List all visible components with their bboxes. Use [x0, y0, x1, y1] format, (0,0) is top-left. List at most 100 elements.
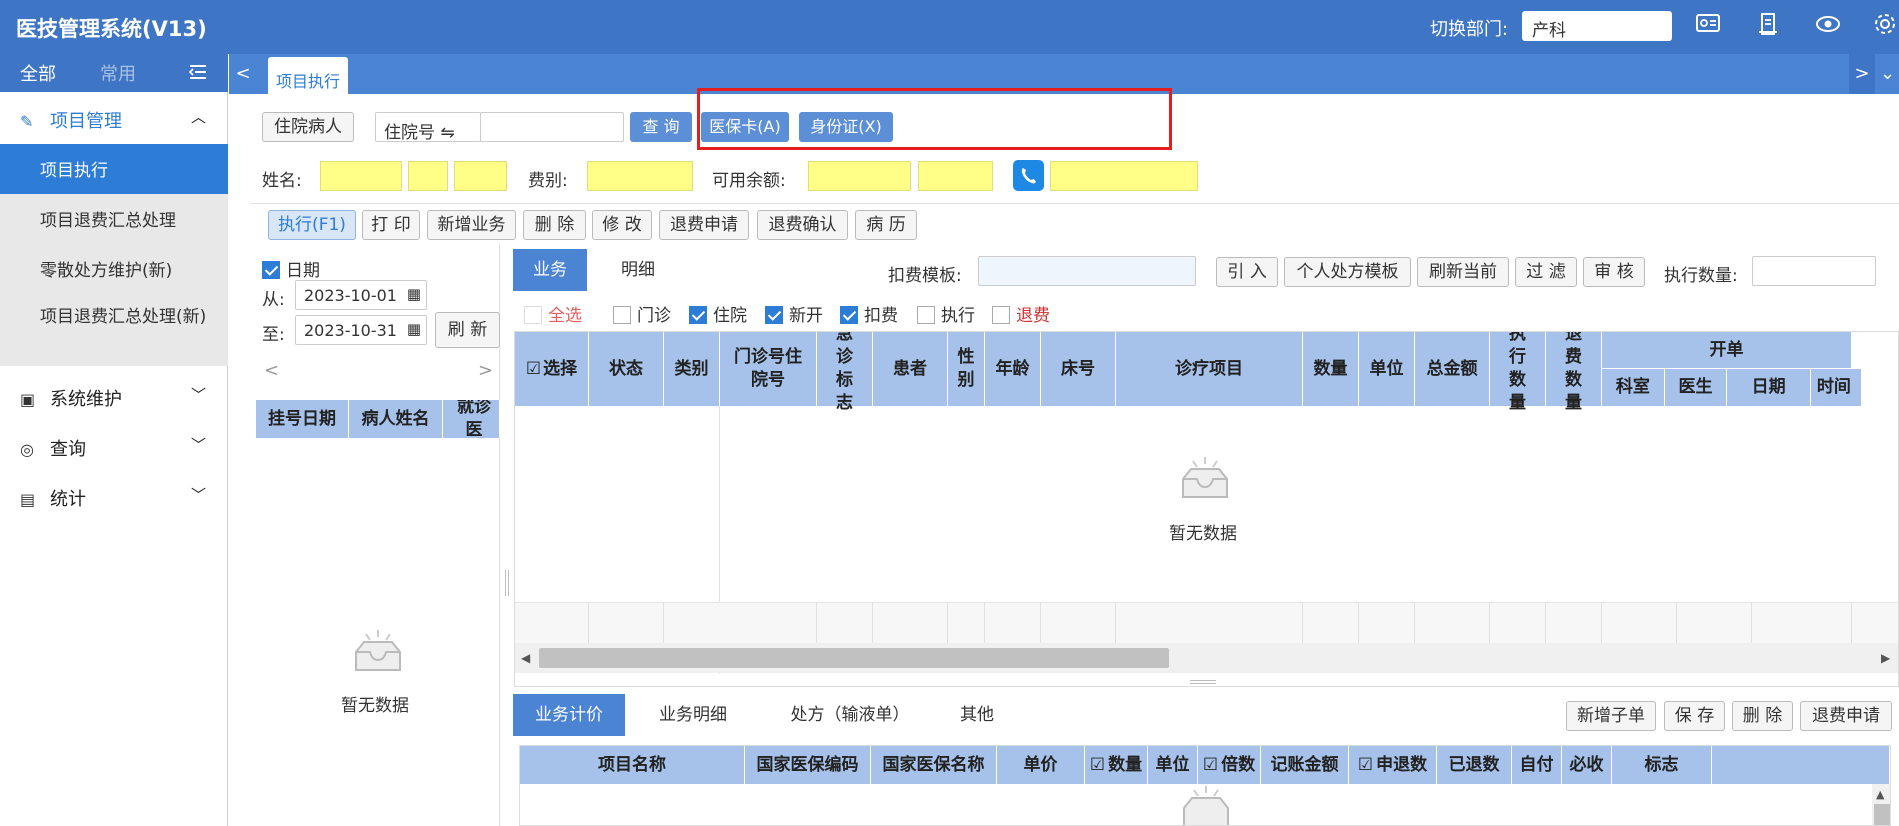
col-item-name: 项目名称: [520, 746, 745, 784]
tab-business-detail[interactable]: 业务明细: [640, 694, 746, 736]
checkbox[interactable]: [613, 306, 631, 324]
phone-icon[interactable]: [1013, 160, 1044, 191]
tab-billing[interactable]: 业务计价: [513, 694, 625, 736]
select-all-checkbox[interactable]: 全选: [524, 301, 582, 326]
col-age: 年龄: [985, 332, 1041, 406]
splitter-handle[interactable]: [505, 570, 509, 596]
col-label: 倍数: [1221, 754, 1256, 775]
scroll-left-icon[interactable]: <: [264, 360, 279, 381]
checkbox[interactable]: [765, 306, 783, 324]
dept-select[interactable]: 产科: [1522, 11, 1672, 41]
tab-project-execute[interactable]: 项目执行: [268, 57, 348, 94]
outpatient-checkbox[interactable]: 门诊: [613, 301, 671, 326]
tab-other[interactable]: 其他: [945, 694, 1009, 736]
gear-icon[interactable]: [1870, 12, 1899, 42]
execute-button[interactable]: 执行(F1): [268, 210, 356, 240]
scroll-left-arrow-icon[interactable]: ◀: [521, 651, 530, 665]
field-type-select[interactable]: 住院号 ⇋: [375, 112, 481, 143]
to-date-input[interactable]: 2023-10-31 ▦: [295, 315, 427, 345]
chevron-down-icon: ﹀: [190, 486, 206, 504]
inpatient-number-input[interactable]: [480, 112, 624, 142]
personal-template-button[interactable]: 个人处方模板: [1284, 257, 1411, 287]
save-button[interactable]: 保 存: [1664, 701, 1725, 731]
bottom-delete-button[interactable]: 删 除: [1732, 701, 1793, 731]
filter-label: 全选: [548, 306, 582, 326]
menu-item-prescription-maintenance[interactable]: 零散处方维护(新): [0, 244, 228, 294]
from-label: 从:: [262, 290, 285, 310]
tab-scroll-right-icon[interactable]: >: [1849, 54, 1875, 94]
new-business-button[interactable]: 新增业务: [427, 210, 516, 240]
col-total: 总金额: [1415, 332, 1490, 406]
menu-group-system-maintenance[interactable]: ▣ 系统维护 ﹀: [0, 372, 228, 422]
menu-group-statistics[interactable]: ▤ 统计 ﹀: [0, 472, 228, 522]
checkbox[interactable]: [524, 306, 542, 324]
edit-icon: ✎: [20, 112, 34, 131]
checkbox[interactable]: [917, 306, 935, 324]
inpatient-checkbox[interactable]: 住院: [689, 301, 747, 326]
splitter-handle-horizontal[interactable]: [1190, 680, 1216, 684]
refund-confirm-button[interactable]: 退费确认: [757, 210, 848, 240]
patient-type-select[interactable]: 住院病人: [262, 112, 354, 142]
date-filter[interactable]: 日期: [262, 256, 320, 281]
tab-menu-chevron-icon[interactable]: ⌄: [1876, 54, 1899, 94]
collapse-menu-icon[interactable]: [188, 63, 210, 83]
menu-item-refund-summary[interactable]: 项目退费汇总处理: [0, 194, 228, 244]
tab-business[interactable]: 业务: [513, 249, 587, 291]
refund-checkbox[interactable]: 退费: [992, 301, 1050, 326]
col-nhsa-code: 国家医保编码: [745, 746, 871, 784]
horizontal-scrollbar[interactable]: ◀ ▶: [515, 643, 1898, 673]
refund-request-button[interactable]: 退费申请: [659, 210, 749, 240]
refresh-button[interactable]: 刷 新: [435, 312, 500, 348]
scroll-up-arrow-icon[interactable]: ▲: [1876, 788, 1884, 801]
card-icon[interactable]: [1693, 12, 1723, 42]
sidebar-tab-all[interactable]: 全部: [16, 60, 60, 94]
scroll-right-icon[interactable]: >: [478, 360, 493, 381]
col-select[interactable]: ☑ 选择: [515, 332, 589, 406]
col-flag: 标志: [1612, 746, 1712, 784]
edit-icon: ☑: [1357, 754, 1374, 775]
refresh-current-button[interactable]: 刷新当前: [1417, 257, 1509, 287]
menu-item-refund-summary-new[interactable]: 项目退费汇总处理(新): [0, 294, 228, 366]
execute-checkbox[interactable]: 执行: [917, 301, 975, 326]
print-button[interactable]: 打 印: [362, 210, 420, 240]
new-checkbox[interactable]: 新开: [765, 301, 823, 326]
add-sub-order-button[interactable]: 新增子单: [1566, 701, 1656, 731]
menu-group-project-management[interactable]: ✎ 项目管理 ︿: [0, 94, 228, 144]
medical-record-button[interactable]: 病 历: [855, 210, 917, 240]
date-checkbox[interactable]: [262, 261, 280, 279]
col-exec-qty: 执行数量: [1490, 332, 1546, 413]
modify-button[interactable]: 修 改: [592, 210, 652, 240]
delete-button[interactable]: 删 除: [523, 210, 586, 240]
eye-icon[interactable]: [1813, 12, 1843, 42]
audit-button[interactable]: 审 核: [1583, 257, 1645, 287]
summary-row: [515, 603, 1898, 643]
document-icon[interactable]: [1753, 12, 1783, 42]
dept-label: 切换部门:: [1430, 19, 1509, 40]
sidebar-tab-common[interactable]: 常用: [96, 60, 140, 92]
menu-group-query[interactable]: ◎ 查询 ﹀: [0, 422, 228, 472]
menu-item-project-execute[interactable]: 项目执行: [0, 144, 228, 194]
gridline: [1851, 603, 1852, 643]
scroll-right-arrow-icon[interactable]: ▶: [1881, 651, 1890, 665]
tab-detail[interactable]: 明细: [600, 249, 676, 291]
exec-qty-input[interactable]: [1752, 256, 1876, 286]
tab-prescription[interactable]: 处方（输液单）: [770, 694, 930, 736]
col-refund-qty: 退费数量: [1546, 332, 1602, 413]
filter-button[interactable]: 过 滤: [1515, 257, 1577, 287]
query-button[interactable]: 查 询: [630, 112, 692, 142]
col-nhsa-name: 国家医保名称: [871, 746, 997, 784]
from-date-input[interactable]: 2023-10-01 ▦: [295, 280, 427, 310]
checkbox[interactable]: [840, 306, 858, 324]
tab-scroll-left-icon[interactable]: <: [230, 54, 256, 94]
template-input[interactable]: [978, 256, 1196, 286]
checkbox[interactable]: [689, 306, 707, 324]
menu-group-label: 项目管理: [50, 111, 122, 132]
scrollbar-thumb[interactable]: [539, 648, 1169, 668]
import-button[interactable]: 引 入: [1216, 257, 1278, 287]
filter-label: 退费: [1016, 306, 1050, 326]
bottom-refund-request-button[interactable]: 退费申请: [1800, 701, 1892, 731]
scrollbar-thumb[interactable]: [1874, 804, 1890, 825]
charge-checkbox[interactable]: 扣费: [840, 301, 898, 326]
vertical-scrollbar[interactable]: ▲: [1872, 784, 1890, 825]
checkbox[interactable]: [992, 306, 1010, 324]
